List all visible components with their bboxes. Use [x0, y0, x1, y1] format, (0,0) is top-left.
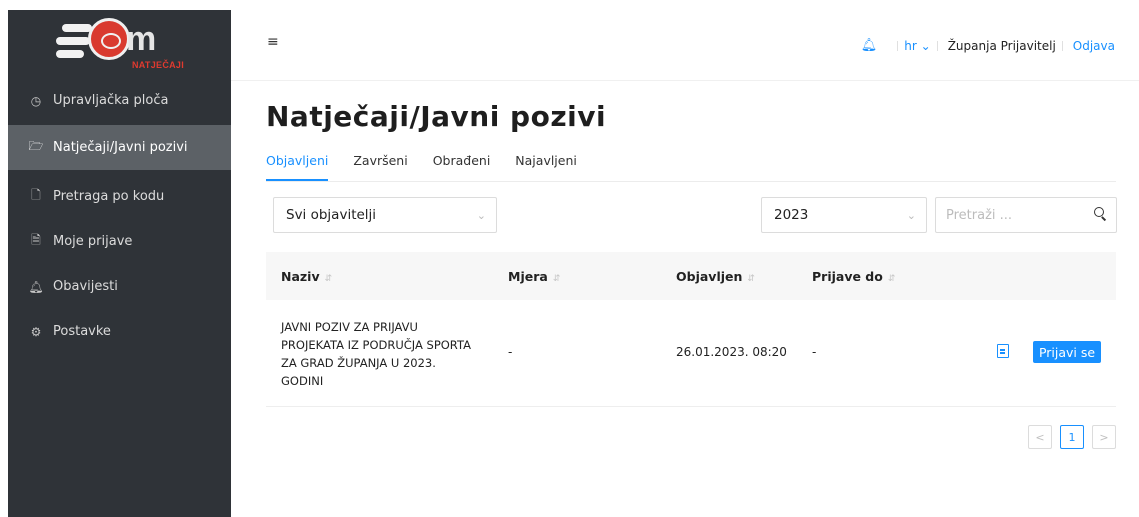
- tab-finished[interactable]: Završeni: [353, 153, 407, 181]
- tab-published[interactable]: Objavljeni: [266, 153, 329, 181]
- divider: [1061, 40, 1063, 51]
- sort-icon: ⇵: [747, 274, 755, 284]
- logo-letter: m: [126, 20, 156, 58]
- sidebar-item-code-search[interactable]: 🗋 Pretraga po kodu: [8, 174, 231, 219]
- row-deadline: -: [812, 345, 817, 359]
- table-header: Naziv ⇵ Mjera ⇵ Objavljen ⇵ Prijave do ⇵: [266, 252, 1116, 300]
- tenders-table: Naziv ⇵ Mjera ⇵ Objavljen ⇵ Prijave do ⇵ JAV…: [266, 252, 1116, 407]
- gear-icon: ⚙: [30, 324, 42, 339]
- year-select[interactable]: 2023 ⌄: [761, 197, 927, 233]
- search-icon[interactable]: [1094, 207, 1106, 219]
- menu-collapse-icon[interactable]: ≡: [267, 34, 279, 50]
- sidebar-item-label: Postavke: [53, 324, 111, 339]
- main-content: Natječaji/Javni pozivi Objavljeni Završe…: [266, 100, 1117, 449]
- next-page-button[interactable]: >: [1092, 425, 1116, 449]
- logo-circle: [88, 18, 130, 60]
- tab-processed[interactable]: Obrađeni: [433, 153, 491, 181]
- sidebar-nav: ◷ Upravljačka ploča 🗁 Natječaji/Javni po…: [8, 78, 231, 354]
- sidebar-item-label: Pretraga po kodu: [53, 189, 165, 204]
- sidebar-item-label: Moje prijave: [53, 234, 133, 249]
- sort-icon: ⇵: [552, 274, 561, 284]
- top-bar: ≡ 🔔︎ hr ⌄ Županja Prijavitelj Odjava: [231, 20, 1139, 70]
- column-header-mjera[interactable]: Mjera ⇵: [508, 269, 560, 284]
- chevron-down-icon: ⌄: [476, 208, 486, 222]
- page-button[interactable]: 1: [1060, 425, 1084, 449]
- pagination: < 1 >: [1028, 425, 1116, 449]
- prev-page-button[interactable]: <: [1028, 425, 1052, 449]
- sidebar-item-label: Obavijesti: [53, 279, 118, 294]
- chevron-down-icon: ⌄: [906, 208, 916, 222]
- table-row: JAVNI POZIV ZA PRIJAVU PROJEKATA IZ PODR…: [266, 300, 1116, 407]
- row-published-date: 26.01.2023. 08:20: [676, 345, 787, 359]
- tabs: Objavljeni Završeni Obrađeni Najavljeni: [266, 153, 1116, 182]
- pdf-icon[interactable]: [997, 344, 1009, 358]
- header-divider: [231, 80, 1139, 81]
- sidebar-item-dashboard[interactable]: ◷ Upravljačka ploča: [8, 78, 231, 123]
- user-name[interactable]: Županja Prijavitelj: [948, 39, 1056, 53]
- apply-button[interactable]: Prijavi se: [1033, 341, 1101, 363]
- sidebar-item-notifications[interactable]: 🔔︎ Obavijesti: [8, 264, 231, 309]
- notification-bell-icon[interactable]: 🔔︎: [861, 38, 878, 53]
- filters-row: Svi objavitelji ⌄ 2023 ⌄ Pretraži ...: [266, 197, 1117, 235]
- divider: [897, 40, 899, 51]
- publisher-select-value: Svi objavitelji: [286, 207, 377, 223]
- document-icon: 🗎: [31, 233, 41, 247]
- logo-lines: [56, 24, 92, 58]
- row-title: JAVNI POZIV ZA PRIJAVU PROJEKATA IZ PODR…: [281, 320, 471, 388]
- search-input[interactable]: Pretraži ...: [935, 197, 1117, 233]
- bell-icon: 🔔︎: [28, 279, 44, 294]
- year-select-value: 2023: [774, 207, 809, 223]
- column-header-prijave-do[interactable]: Prijave do ⇵: [812, 269, 895, 284]
- publisher-select[interactable]: Svi objavitelji ⌄: [273, 197, 497, 233]
- sort-icon: ⇵: [324, 274, 333, 284]
- divider: [936, 40, 938, 51]
- folder-open-icon: 🗁: [28, 139, 44, 153]
- row-mjera: -: [508, 345, 513, 359]
- file-icon: 🗋: [31, 188, 41, 202]
- language-selector[interactable]: hr ⌄: [904, 39, 930, 53]
- tab-announced[interactable]: Najavljeni: [515, 153, 577, 181]
- top-right-controls: 🔔︎ hr ⌄ Županja Prijavitelj Odjava: [861, 38, 1115, 53]
- page-title: Natječaji/Javni pozivi: [266, 100, 607, 133]
- logo[interactable]: m NATJEČAJI: [8, 10, 231, 78]
- logout-link[interactable]: Odjava: [1073, 39, 1115, 53]
- search-placeholder: Pretraži ...: [946, 207, 1013, 223]
- sidebar-item-label: Upravljačka ploča: [53, 93, 169, 108]
- sidebar-item-my-applications[interactable]: 🗎 Moje prijave: [8, 219, 231, 264]
- dashboard-icon: ◷: [30, 93, 42, 108]
- sidebar-item-settings[interactable]: ⚙ Postavke: [8, 309, 231, 354]
- sort-icon: ⇵: [887, 274, 896, 284]
- logo-subtitle: NATJEČAJI: [132, 60, 185, 70]
- column-header-objavljen[interactable]: Objavljen ⇵: [676, 269, 755, 284]
- sidebar-item-tenders[interactable]: 🗁 Natječaji/Javni pozivi: [8, 125, 231, 170]
- sidebar: m NATJEČAJI ◷ Upravljačka ploča 🗁 Natječ…: [8, 10, 231, 517]
- sidebar-item-label: Natječaji/Javni pozivi: [53, 140, 188, 155]
- column-header-naziv[interactable]: Naziv ⇵: [281, 269, 332, 284]
